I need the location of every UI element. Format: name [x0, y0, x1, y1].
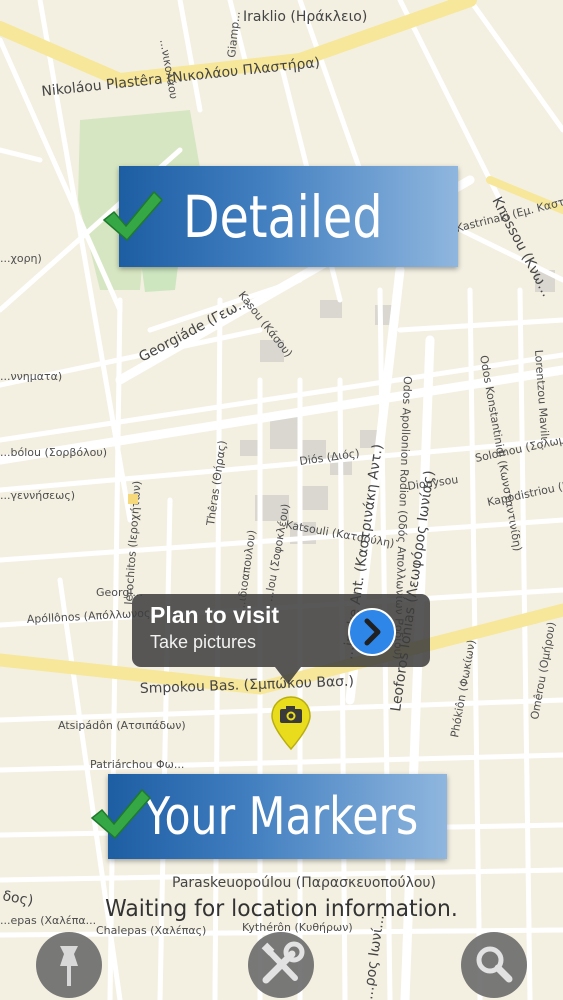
your-markers-banner-label: Your Markers [144, 786, 419, 847]
pin-icon [60, 946, 78, 986]
search-button[interactable] [461, 932, 527, 998]
building-block [240, 440, 258, 456]
building-block [320, 300, 342, 318]
street-label: ...ννηματα) [0, 370, 62, 383]
detailed-banner: Detailed [119, 166, 458, 267]
street-label: Atsipádôn (Ατσιπάδων) [58, 719, 186, 732]
search-icon [476, 946, 513, 983]
chevron-right-icon [364, 618, 381, 646]
street-label: ...χορη) [0, 252, 42, 265]
location-status-text: Waiting for location information. [105, 896, 458, 922]
map-poi-dot [128, 494, 138, 504]
checkmark-icon [102, 190, 164, 242]
camera-marker-pin[interactable] [270, 695, 312, 751]
tools-button[interactable] [248, 932, 314, 998]
your-markers-banner: Your Markers [108, 774, 447, 859]
tools-icon [261, 941, 305, 984]
callout-pointer [275, 667, 301, 684]
street-label: Patriárchou Φω... [90, 758, 184, 771]
checkmark-icon [90, 788, 152, 840]
callout-disclosure-button[interactable] [348, 608, 396, 656]
city-label: Iraklio (Ηράκλειο) [243, 9, 367, 25]
pin-button[interactable] [36, 932, 102, 998]
screen: Iraklio (Ηράκλειο) Nikoláou Plastêra (Νι… [0, 0, 563, 1000]
street-label: Chalepas (Χαλέπας) [96, 924, 206, 937]
street-label: ...γεννήσεως) [0, 489, 75, 502]
street-label: Paraskeuopoúlou (Παρασκευοπούλου) [172, 875, 436, 891]
street-label: ...bólou (Σορβόλου) [0, 446, 107, 459]
